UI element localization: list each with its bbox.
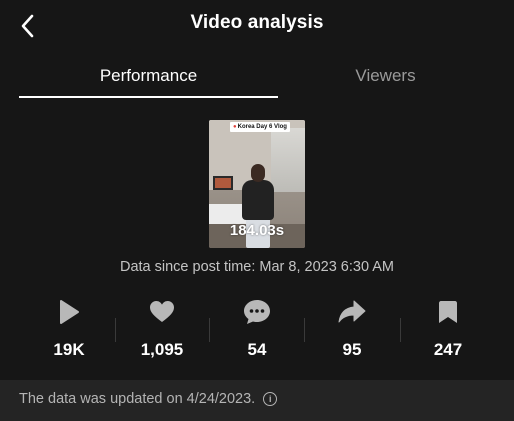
bookmark-icon — [439, 301, 457, 323]
stat-shares-value: 95 — [342, 340, 362, 359]
active-tab-indicator — [19, 96, 278, 98]
header: Video analysis — [0, 0, 514, 50]
video-duration: 184.03s — [229, 222, 285, 239]
stat-saves-value: 247 — [433, 340, 463, 359]
stat-comments: 54 — [209, 298, 305, 368]
tab-viewers[interactable]: Viewers — [257, 56, 514, 96]
play-icon — [60, 300, 79, 324]
stats-row: 19K 1,095 54 95 247 — [19, 298, 495, 368]
location-pin-icon: ● — [233, 124, 237, 130]
info-icon[interactable]: i — [263, 392, 278, 406]
stat-views: 19K — [21, 298, 117, 368]
tab-performance[interactable]: Performance — [19, 56, 278, 96]
video-thumbnail[interactable]: ● Korea Day 6 Vlog 184.03s — [209, 120, 305, 248]
data-since-text: Data since post time: Mar 8, 2023 6:30 A… — [119, 259, 395, 275]
stat-shares: 95 — [304, 298, 400, 368]
stat-likes-value: 1,095 — [140, 340, 184, 359]
video-caption: ● Korea Day 6 Vlog — [230, 122, 290, 132]
footer-note: The data was updated on 4/24/2023. i — [19, 391, 278, 407]
share-icon — [338, 300, 366, 323]
comment-icon — [244, 300, 270, 324]
thumbnail-window — [271, 128, 305, 192]
thumbnail-person-body — [242, 180, 274, 220]
stat-saves: 247 — [400, 298, 496, 368]
thumbnail-person-head — [251, 164, 265, 182]
thumbnail-picture — [213, 176, 233, 190]
tab-bar: Performance Viewers — [0, 56, 514, 100]
heart-icon — [150, 301, 174, 322]
footer-bar: The data was updated on 4/24/2023. i — [0, 380, 514, 421]
stat-comments-value: 54 — [247, 340, 267, 359]
page-title: Video analysis — [190, 12, 324, 33]
video-caption-text: Korea Day 6 Vlog — [237, 124, 287, 130]
stat-views-value: 19K — [53, 340, 85, 359]
stat-likes: 1,095 — [114, 298, 210, 368]
updated-date-text: The data was updated on 4/24/2023. — [19, 391, 256, 407]
